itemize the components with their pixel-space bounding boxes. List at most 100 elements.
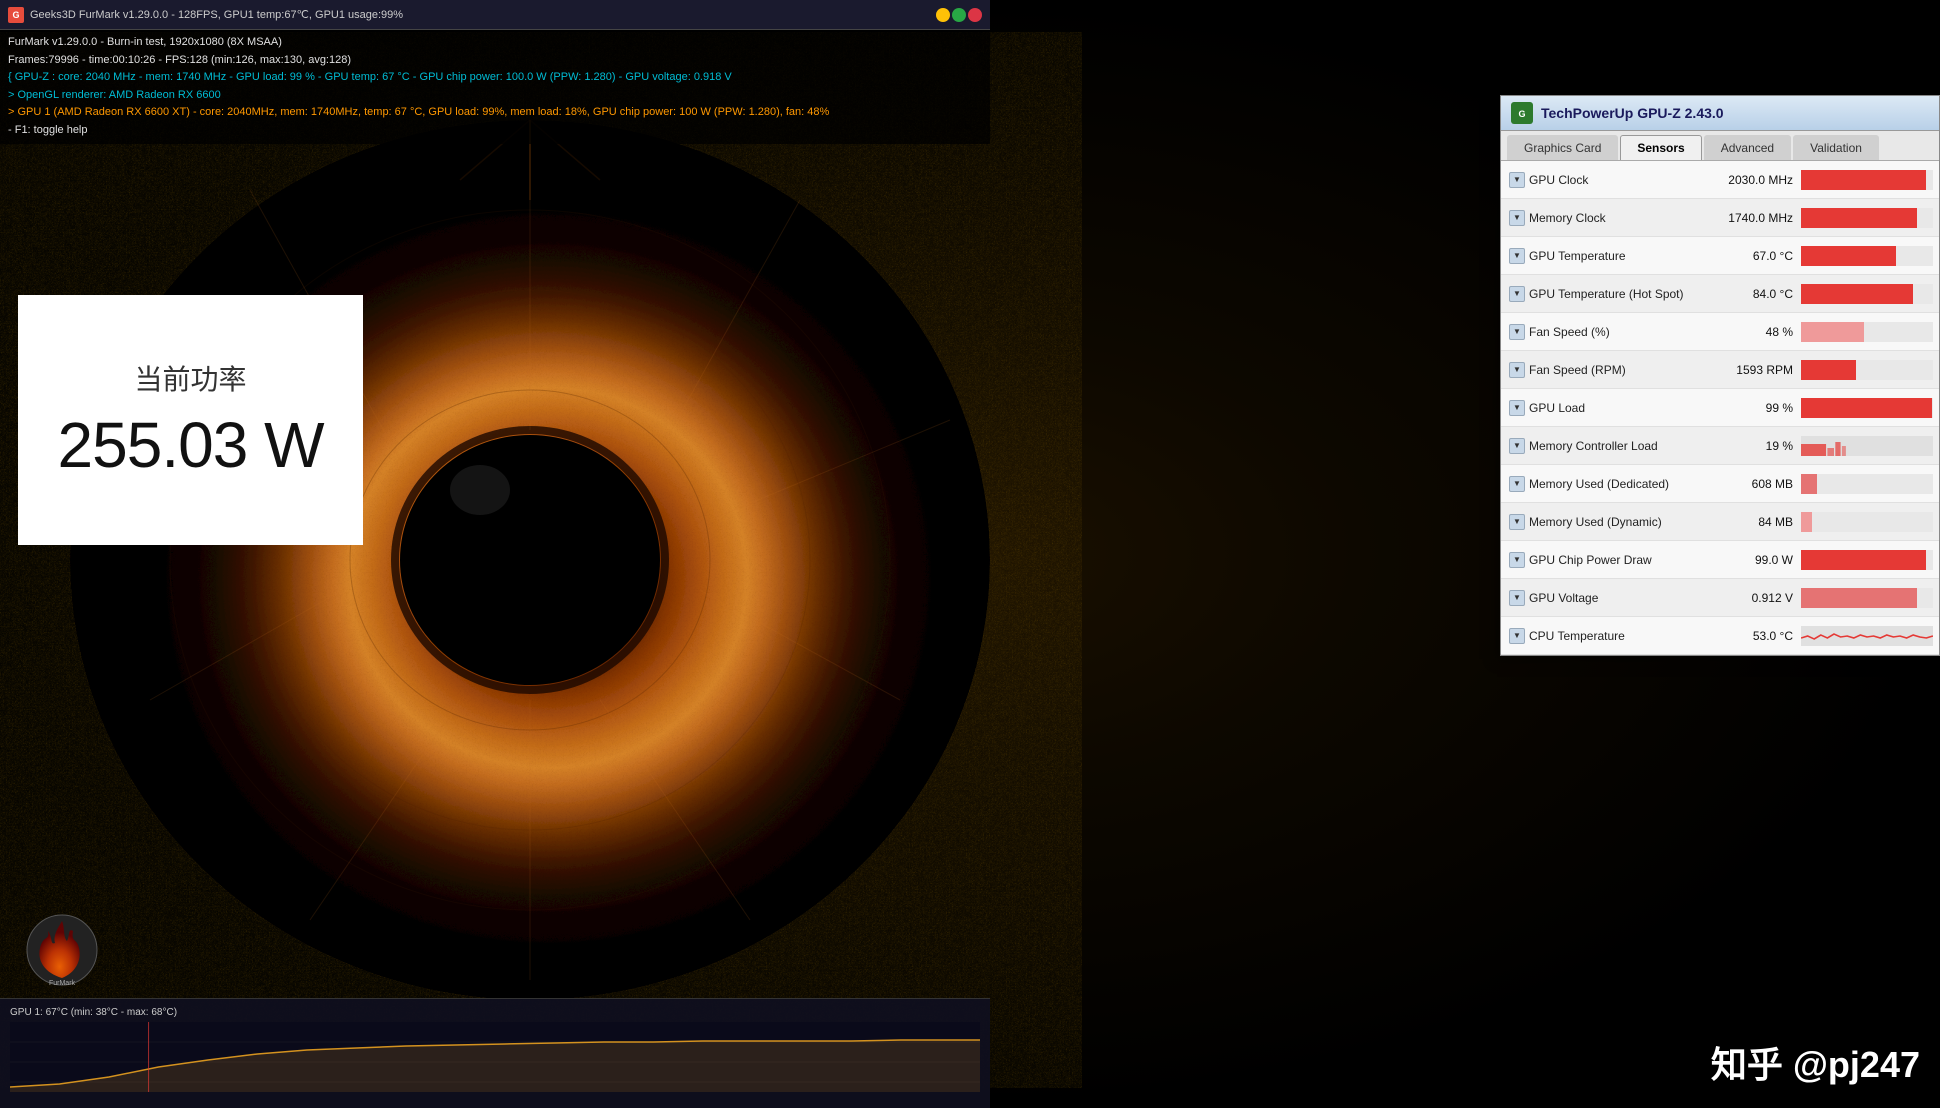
sensor-row-fan-pct: ▼ Fan Speed (%) 48 %	[1501, 313, 1939, 351]
memory-clock-dropdown[interactable]: ▼	[1509, 210, 1525, 226]
tab-sensors[interactable]: Sensors	[1620, 135, 1701, 160]
sensor-row-gpu-clock: ▼ GPU Clock 2030.0 MHz	[1501, 161, 1939, 199]
temp-graph-svg	[10, 1022, 980, 1092]
sensor-list: ▼ GPU Clock 2030.0 MHz ▼ Memory Clock 17…	[1501, 161, 1939, 655]
sensor-bar-fill-gpu-hotspot	[1801, 284, 1913, 304]
fan-rpm-dropdown[interactable]: ▼	[1509, 362, 1525, 378]
sensor-row-fan-rpm: ▼ Fan Speed (RPM) 1593 RPM	[1501, 351, 1939, 389]
furmark-log: FurMark v1.29.0.0 - Burn-in test, 1920x1…	[0, 30, 990, 144]
temp-graph-label: GPU 1: 67°C (min: 38°C - max: 68°C)	[10, 1007, 980, 1018]
gpuz-tabs[interactable]: Graphics Card Sensors Advanced Validatio…	[1501, 131, 1939, 161]
log-line-2: Frames:79996 - time:00:10:26 - FPS:128 (…	[8, 52, 982, 70]
close-button[interactable]	[968, 8, 982, 22]
cpu-temp-dropdown[interactable]: ▼	[1509, 628, 1525, 644]
sensor-value-gpu-temp: 67.0 °C	[1701, 249, 1801, 263]
sensor-bar-fill-gpu-load	[1801, 398, 1932, 418]
sensor-bar-fill-mem-dynamic	[1801, 512, 1812, 532]
sensor-row-mem-dedicated: ▼ Memory Used (Dedicated) 608 MB	[1501, 465, 1939, 503]
maximize-button[interactable]	[952, 8, 966, 22]
gpuz-panel: G TechPowerUp GPU-Z 2.43.0 Graphics Card…	[1500, 95, 1940, 656]
furmark-icon: G	[8, 7, 24, 23]
sensor-value-mem-dynamic: 84 MB	[1701, 515, 1801, 529]
sensor-name-mem-dynamic: ▼ Memory Used (Dynamic)	[1501, 514, 1701, 530]
sensor-row-gpu-temp: ▼ GPU Temperature 67.0 °C	[1501, 237, 1939, 275]
sensor-name-gpu-load: ▼ GPU Load	[1501, 400, 1701, 416]
power-value: 255.03 W	[58, 408, 324, 482]
furmark-titlebar: G Geeks3D FurMark v1.29.0.0 - 128FPS, GP…	[0, 0, 990, 30]
sensor-value-gpu-hotspot: 84.0 °C	[1701, 287, 1801, 301]
window-controls[interactable]	[936, 8, 982, 22]
log-line-5: > GPU 1 (AMD Radeon RX 6600 XT) - core: …	[8, 104, 982, 122]
mem-dedicated-dropdown[interactable]: ▼	[1509, 476, 1525, 492]
temperature-graph: GPU 1: 67°C (min: 38°C - max: 68°C)	[0, 998, 990, 1108]
sensor-value-fan-pct: 48 %	[1701, 325, 1801, 339]
sensor-value-mem-dedicated: 608 MB	[1701, 477, 1801, 491]
sensor-name-memory-clock: ▼ Memory Clock	[1501, 210, 1701, 226]
sensor-name-mem-ctrl: ▼ Memory Controller Load	[1501, 438, 1701, 454]
minimize-button[interactable]	[936, 8, 950, 22]
sensor-row-mem-ctrl: ▼ Memory Controller Load 19 %	[1501, 427, 1939, 465]
gpu-temp-dropdown[interactable]: ▼	[1509, 248, 1525, 264]
furmark-title: Geeks3D FurMark v1.29.0.0 - 128FPS, GPU1…	[30, 8, 936, 21]
sensor-bar-memory-clock	[1801, 208, 1933, 228]
gpu-hotspot-dropdown[interactable]: ▼	[1509, 286, 1525, 302]
tab-advanced[interactable]: Advanced	[1704, 135, 1791, 160]
gpu-load-dropdown[interactable]: ▼	[1509, 400, 1525, 416]
sensor-value-mem-ctrl: 19 %	[1701, 439, 1801, 453]
sensor-row-memory-clock: ▼ Memory Clock 1740.0 MHz	[1501, 199, 1939, 237]
sensor-name-cpu-temp: ▼ CPU Temperature	[1501, 628, 1701, 644]
power-label: 当前功率	[134, 358, 246, 398]
sensor-bar-fill-fan-pct	[1801, 322, 1864, 342]
sensor-name-gpu-power: ▼ GPU Chip Power Draw	[1501, 552, 1701, 568]
sensor-bar-fan-pct	[1801, 322, 1933, 342]
sensor-value-fan-rpm: 1593 RPM	[1701, 363, 1801, 377]
sensor-bar-mem-dynamic	[1801, 512, 1933, 532]
sensor-bar-gpu-power	[1801, 550, 1933, 570]
sensor-bar-fan-rpm	[1801, 360, 1933, 380]
fan-pct-dropdown[interactable]: ▼	[1509, 324, 1525, 340]
log-line-1: FurMark v1.29.0.0 - Burn-in test, 1920x1…	[8, 34, 982, 52]
tab-graphics-card[interactable]: Graphics Card	[1507, 135, 1618, 160]
sensor-bar-mem-ctrl	[1801, 436, 1933, 456]
sensor-value-gpu-clock: 2030.0 MHz	[1701, 173, 1801, 187]
log-line-4: > OpenGL renderer: AMD Radeon RX 6600	[8, 87, 982, 105]
sensor-name-fan-pct: ▼ Fan Speed (%)	[1501, 324, 1701, 340]
sensor-bar-fill-mem-dedicated	[1801, 474, 1817, 494]
sensor-bar-fill-memory-clock	[1801, 208, 1917, 228]
sensor-row-gpu-power: ▼ GPU Chip Power Draw 99.0 W	[1501, 541, 1939, 579]
sensor-bar-gpu-load	[1801, 398, 1933, 418]
svg-text:FurMark: FurMark	[49, 980, 76, 987]
log-line-3: { GPU-Z : core: 2040 MHz - mem: 1740 MHz…	[8, 69, 982, 87]
mem-dynamic-dropdown[interactable]: ▼	[1509, 514, 1525, 530]
tab-validation[interactable]: Validation	[1793, 135, 1879, 160]
svg-text:G: G	[1518, 109, 1525, 119]
log-line-6: - F1: toggle help	[8, 122, 982, 140]
sensor-bar-fill-gpu-voltage	[1801, 588, 1917, 608]
sensor-bar-cpu-temp	[1801, 626, 1933, 646]
gpu-clock-dropdown[interactable]: ▼	[1509, 172, 1525, 188]
sensor-name-fan-rpm: ▼ Fan Speed (RPM)	[1501, 362, 1701, 378]
gpuz-title: TechPowerUp GPU-Z 2.43.0	[1541, 105, 1724, 121]
gpuz-titlebar: G TechPowerUp GPU-Z 2.43.0	[1501, 96, 1939, 131]
watermark: 知乎 @pj247	[1711, 1036, 1920, 1088]
sensor-name-gpu-hotspot: ▼ GPU Temperature (Hot Spot)	[1501, 286, 1701, 302]
furmark-logo-svg: FurMark	[25, 913, 100, 988]
sensor-value-gpu-voltage: 0.912 V	[1701, 591, 1801, 605]
sensor-row-cpu-temp: ▼ CPU Temperature 53.0 °C	[1501, 617, 1939, 655]
sensor-bar-mem-dedicated	[1801, 474, 1933, 494]
sensor-bar-fill-gpu-temp	[1801, 246, 1896, 266]
sensor-row-gpu-load: ▼ GPU Load 99 %	[1501, 389, 1939, 427]
sensor-bar-gpu-voltage	[1801, 588, 1933, 608]
gpuz-logo: G	[1511, 102, 1533, 124]
sensor-name-mem-dedicated: ▼ Memory Used (Dedicated)	[1501, 476, 1701, 492]
sensor-row-gpu-voltage: ▼ GPU Voltage 0.912 V	[1501, 579, 1939, 617]
mem-ctrl-dropdown[interactable]: ▼	[1509, 438, 1525, 454]
sensor-bar-fill-gpu-clock	[1801, 170, 1926, 190]
sensor-bar-gpu-clock	[1801, 170, 1933, 190]
gpu-power-dropdown[interactable]: ▼	[1509, 552, 1525, 568]
gpu-voltage-dropdown[interactable]: ▼	[1509, 590, 1525, 606]
sensor-row-mem-dynamic: ▼ Memory Used (Dynamic) 84 MB	[1501, 503, 1939, 541]
sensor-value-gpu-power: 99.0 W	[1701, 553, 1801, 567]
sensor-bar-gpu-temp	[1801, 246, 1933, 266]
sensor-bar-fill-fan-rpm	[1801, 360, 1856, 380]
